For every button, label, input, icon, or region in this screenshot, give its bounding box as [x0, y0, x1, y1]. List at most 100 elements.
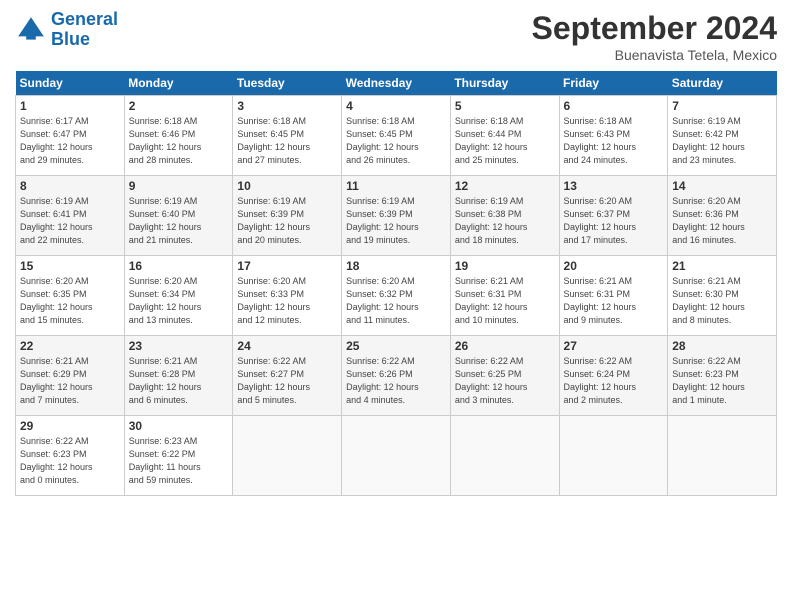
- day-cell: 27Sunrise: 6:22 AM Sunset: 6:24 PM Dayli…: [559, 336, 668, 416]
- day-info: Sunrise: 6:18 AM Sunset: 6:45 PM Dayligh…: [346, 115, 446, 167]
- day-info: Sunrise: 6:22 AM Sunset: 6:26 PM Dayligh…: [346, 355, 446, 407]
- day-info: Sunrise: 6:20 AM Sunset: 6:37 PM Dayligh…: [564, 195, 664, 247]
- day-cell: 2 Sunrise: 6:18 AM Sunset: 6:46 PM Daylig…: [124, 96, 233, 176]
- day-cell: 18 Sunrise: 6:20 AM Sunset: 6:32 PM Dayli…: [342, 256, 451, 336]
- day-info: Sunrise: 6:19 AM Sunset: 6:41 PM Dayligh…: [20, 195, 120, 247]
- day-cell: [450, 416, 559, 496]
- day-cell: 13 Sunrise: 6:20 AM Sunset: 6:37 PM Dayli…: [559, 176, 668, 256]
- day-number: 29: [20, 419, 120, 433]
- day-info: Sunrise: 6:19 AM Sunset: 6:39 PM Dayligh…: [346, 195, 446, 247]
- day-info: Sunrise: 6:19 AM Sunset: 6:39 PM Dayligh…: [237, 195, 337, 247]
- day-info: Sunrise: 6:19 AM Sunset: 6:40 PM Dayligh…: [129, 195, 229, 247]
- day-number: 7: [672, 99, 772, 113]
- day-cell: [668, 416, 777, 496]
- page: General Blue September 2024 Buenavista T…: [0, 0, 792, 612]
- day-number: 4: [346, 99, 446, 113]
- day-info: Sunrise: 6:23 AM Sunset: 6:22 PM Dayligh…: [129, 435, 229, 487]
- day-number: 17: [237, 259, 337, 273]
- day-cell: 30 Sunrise: 6:23 AM Sunset: 6:22 PM Dayli…: [124, 416, 233, 496]
- day-info: Sunrise: 6:22 AM Sunset: 6:25 PM Dayligh…: [455, 355, 555, 407]
- day-number: 14: [672, 179, 772, 193]
- header: General Blue September 2024 Buenavista T…: [15, 10, 777, 63]
- day-cell: 3Sunrise: 6:18 AM Sunset: 6:45 PM Daylig…: [233, 96, 342, 176]
- day-number: 27: [564, 339, 664, 353]
- day-info: Sunrise: 6:18 AM Sunset: 6:43 PM Dayligh…: [564, 115, 664, 167]
- day-cell: 9 Sunrise: 6:19 AM Sunset: 6:40 PM Daylig…: [124, 176, 233, 256]
- logo: General Blue: [15, 10, 118, 50]
- day-number: 22: [20, 339, 120, 353]
- week-row-2: 8Sunrise: 6:19 AM Sunset: 6:41 PM Daylig…: [16, 176, 777, 256]
- day-number: 13: [564, 179, 664, 193]
- day-number: 30: [129, 419, 229, 433]
- day-info: Sunrise: 6:21 AM Sunset: 6:29 PM Dayligh…: [20, 355, 120, 407]
- day-cell: 19Sunrise: 6:21 AM Sunset: 6:31 PM Dayli…: [450, 256, 559, 336]
- day-cell: 4 Sunrise: 6:18 AM Sunset: 6:45 PM Daylig…: [342, 96, 451, 176]
- day-cell: [559, 416, 668, 496]
- day-number: 24: [237, 339, 337, 353]
- day-info: Sunrise: 6:19 AM Sunset: 6:38 PM Dayligh…: [455, 195, 555, 247]
- day-number: 3: [237, 99, 337, 113]
- day-cell: 17 Sunrise: 6:20 AM Sunset: 6:33 PM Dayli…: [233, 256, 342, 336]
- day-info: Sunrise: 6:20 AM Sunset: 6:33 PM Dayligh…: [237, 275, 337, 327]
- day-number: 1: [20, 99, 120, 113]
- day-number: 15: [20, 259, 120, 273]
- day-cell: 22 Sunrise: 6:21 AM Sunset: 6:29 PM Dayli…: [16, 336, 125, 416]
- weekday-header-monday: Monday: [124, 71, 233, 96]
- day-cell: 16 Sunrise: 6:20 AM Sunset: 6:34 PM Dayli…: [124, 256, 233, 336]
- week-row-4: 22 Sunrise: 6:21 AM Sunset: 6:29 PM Dayli…: [16, 336, 777, 416]
- day-number: 11: [346, 179, 446, 193]
- weekday-header-saturday: Saturday: [668, 71, 777, 96]
- day-number: 25: [346, 339, 446, 353]
- day-number: 2: [129, 99, 229, 113]
- day-info: Sunrise: 6:17 AM Sunset: 6:47 PM Dayligh…: [20, 115, 120, 167]
- weekday-header-thursday: Thursday: [450, 71, 559, 96]
- day-cell: 28 Sunrise: 6:22 AM Sunset: 6:23 PM Dayli…: [668, 336, 777, 416]
- day-cell: 6Sunrise: 6:18 AM Sunset: 6:43 PM Daylig…: [559, 96, 668, 176]
- day-cell: 8Sunrise: 6:19 AM Sunset: 6:41 PM Daylig…: [16, 176, 125, 256]
- logo-icon: [15, 14, 47, 46]
- day-number: 18: [346, 259, 446, 273]
- weekday-header-tuesday: Tuesday: [233, 71, 342, 96]
- day-info: Sunrise: 6:22 AM Sunset: 6:27 PM Dayligh…: [237, 355, 337, 407]
- day-cell: [342, 416, 451, 496]
- day-number: 23: [129, 339, 229, 353]
- day-cell: 5Sunrise: 6:18 AM Sunset: 6:44 PM Daylig…: [450, 96, 559, 176]
- day-number: 5: [455, 99, 555, 113]
- day-cell: 21Sunrise: 6:21 AM Sunset: 6:30 PM Dayli…: [668, 256, 777, 336]
- day-cell: 20Sunrise: 6:21 AM Sunset: 6:31 PM Dayli…: [559, 256, 668, 336]
- day-number: 20: [564, 259, 664, 273]
- day-cell: 26 Sunrise: 6:22 AM Sunset: 6:25 PM Dayli…: [450, 336, 559, 416]
- day-info: Sunrise: 6:18 AM Sunset: 6:46 PM Dayligh…: [129, 115, 229, 167]
- week-row-5: 29Sunrise: 6:22 AM Sunset: 6:23 PM Dayli…: [16, 416, 777, 496]
- day-info: Sunrise: 6:20 AM Sunset: 6:32 PM Dayligh…: [346, 275, 446, 327]
- weekday-header-wednesday: Wednesday: [342, 71, 451, 96]
- month-title: September 2024: [532, 10, 777, 47]
- weekday-header-friday: Friday: [559, 71, 668, 96]
- day-cell: 24 Sunrise: 6:22 AM Sunset: 6:27 PM Dayli…: [233, 336, 342, 416]
- day-number: 28: [672, 339, 772, 353]
- day-number: 10: [237, 179, 337, 193]
- day-number: 26: [455, 339, 555, 353]
- day-number: 9: [129, 179, 229, 193]
- weekday-header-row: SundayMondayTuesdayWednesdayThursdayFrid…: [16, 71, 777, 96]
- day-number: 12: [455, 179, 555, 193]
- week-row-3: 15Sunrise: 6:20 AM Sunset: 6:35 PM Dayli…: [16, 256, 777, 336]
- calendar-table: SundayMondayTuesdayWednesdayThursdayFrid…: [15, 71, 777, 496]
- day-cell: 11 Sunrise: 6:19 AM Sunset: 6:39 PM Dayli…: [342, 176, 451, 256]
- day-cell: [233, 416, 342, 496]
- weekday-header-sunday: Sunday: [16, 71, 125, 96]
- day-cell: 14 Sunrise: 6:20 AM Sunset: 6:36 PM Dayli…: [668, 176, 777, 256]
- day-cell: 29Sunrise: 6:22 AM Sunset: 6:23 PM Dayli…: [16, 416, 125, 496]
- day-cell: 10 Sunrise: 6:19 AM Sunset: 6:39 PM Dayli…: [233, 176, 342, 256]
- week-row-1: 1 Sunrise: 6:17 AM Sunset: 6:47 PM Daylig…: [16, 96, 777, 176]
- day-cell: 7Sunrise: 6:19 AM Sunset: 6:42 PM Daylig…: [668, 96, 777, 176]
- day-cell: 25 Sunrise: 6:22 AM Sunset: 6:26 PM Dayli…: [342, 336, 451, 416]
- day-info: Sunrise: 6:22 AM Sunset: 6:23 PM Dayligh…: [672, 355, 772, 407]
- day-number: 19: [455, 259, 555, 273]
- day-cell: 1 Sunrise: 6:17 AM Sunset: 6:47 PM Daylig…: [16, 96, 125, 176]
- day-info: Sunrise: 6:20 AM Sunset: 6:36 PM Dayligh…: [672, 195, 772, 247]
- day-cell: 23Sunrise: 6:21 AM Sunset: 6:28 PM Dayli…: [124, 336, 233, 416]
- day-number: 21: [672, 259, 772, 273]
- day-number: 16: [129, 259, 229, 273]
- day-info: Sunrise: 6:20 AM Sunset: 6:34 PM Dayligh…: [129, 275, 229, 327]
